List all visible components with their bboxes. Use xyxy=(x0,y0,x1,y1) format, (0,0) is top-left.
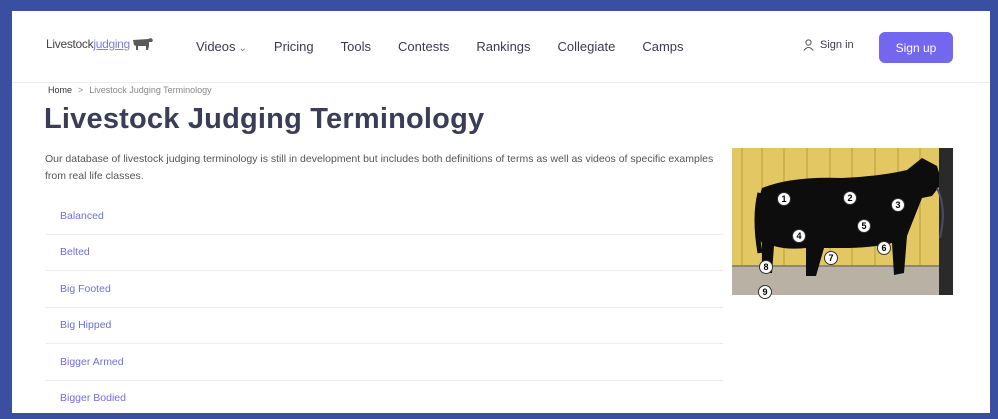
main-nav: Videos ⌄ Pricing Tools Contests Rankings … xyxy=(196,39,711,54)
nav-videos-label: Videos xyxy=(196,39,236,54)
signup-button[interactable]: Sign up xyxy=(879,32,953,63)
nav-camps[interactable]: Camps xyxy=(642,39,683,54)
breadcrumb-home[interactable]: Home xyxy=(48,85,72,95)
term-item-big-footed[interactable]: Big Footed xyxy=(46,271,723,308)
cow-logo-icon xyxy=(132,38,153,50)
marker-4: 4 xyxy=(792,229,806,243)
breadcrumb: Home > Livestock Judging Terminology xyxy=(48,85,212,95)
logo-text-main: Livestock xyxy=(46,37,94,51)
marker-1: 1 xyxy=(777,192,791,206)
marker-9: 9 xyxy=(758,285,772,299)
user-icon xyxy=(803,39,814,51)
site-header: Livestock judging Videos ⌄ Pricing Tools C… xyxy=(12,11,990,83)
nav-contests[interactable]: Contests xyxy=(398,39,449,54)
breadcrumb-current: Livestock Judging Terminology xyxy=(89,85,212,95)
term-item-bigger-armed[interactable]: Bigger Armed xyxy=(46,344,723,381)
marker-5: 5 xyxy=(857,219,871,233)
marker-6: 6 xyxy=(877,241,891,255)
logo-text-accent: judging xyxy=(93,37,130,51)
marker-7: 7 xyxy=(824,251,838,265)
term-item-big-hipped[interactable]: Big Hipped xyxy=(46,308,723,344)
page: Livestock judging Videos ⌄ Pricing Tools C… xyxy=(12,11,990,413)
term-item-belted[interactable]: Belted xyxy=(46,235,723,271)
page-description: Our database of livestock judging termin… xyxy=(45,153,714,182)
marker-3: 3 xyxy=(891,198,905,212)
terms-list: Balanced Belted Big Footed Big Hipped Bi… xyxy=(46,198,723,413)
nav-collegiate[interactable]: Collegiate xyxy=(558,39,616,54)
chevron-down-icon: ⌄ xyxy=(238,43,247,54)
signin-label: Sign in xyxy=(820,39,854,51)
term-item-balanced[interactable]: Balanced xyxy=(46,198,723,235)
nav-rankings[interactable]: Rankings xyxy=(476,39,530,54)
page-title: Livestock Judging Terminology xyxy=(44,103,485,135)
site-logo[interactable]: Livestock judging xyxy=(46,37,154,51)
signin-link[interactable]: Sign in xyxy=(803,39,854,51)
marker-8: 8 xyxy=(759,260,773,274)
term-item-bigger-bodied[interactable]: Bigger Bodied xyxy=(46,381,723,414)
nav-pricing[interactable]: Pricing xyxy=(274,39,314,54)
marker-2: 2 xyxy=(843,191,857,205)
nav-videos[interactable]: Videos ⌄ xyxy=(196,39,247,54)
breadcrumb-separator: > xyxy=(78,85,84,95)
nav-tools[interactable]: Tools xyxy=(341,39,371,54)
